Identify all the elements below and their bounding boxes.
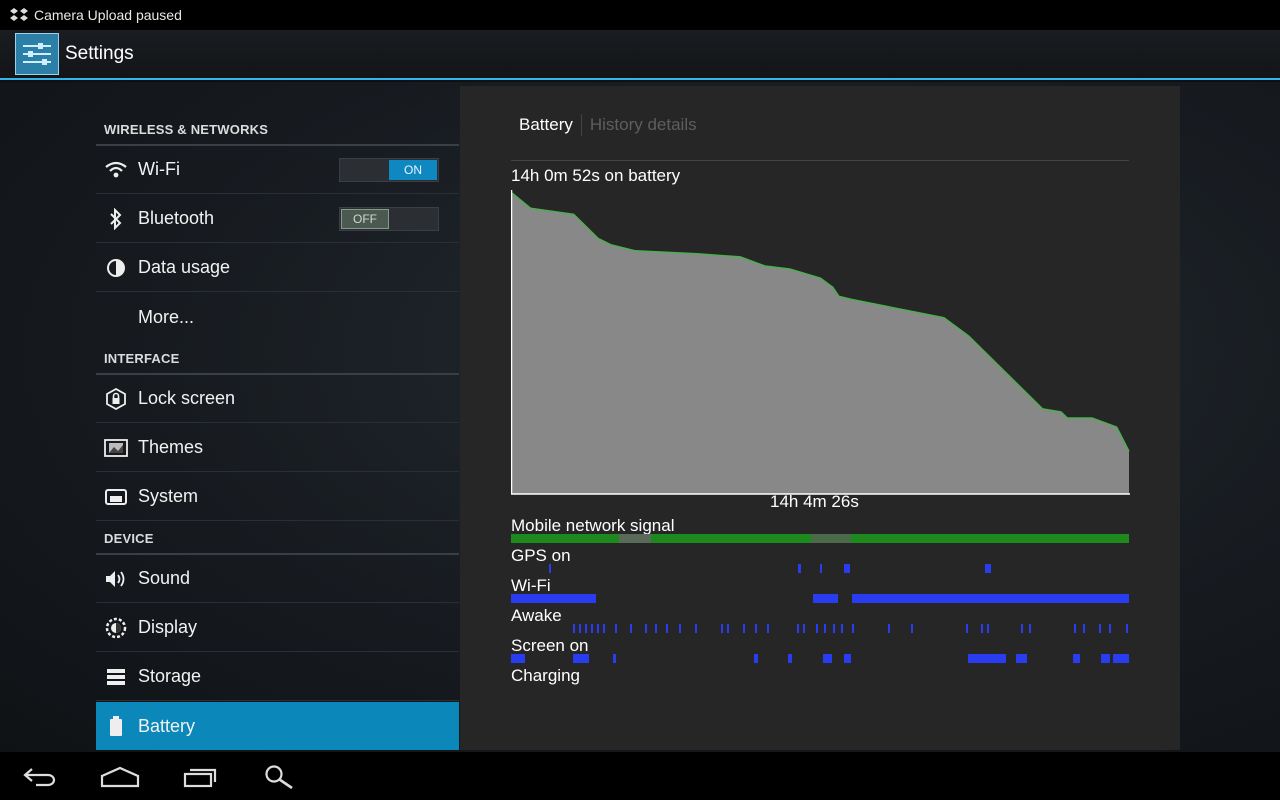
panel-tabs: Battery History details	[519, 114, 697, 136]
sidebar-item-label: Battery	[138, 715, 196, 736]
sidebar-item-label: Bluetooth	[138, 208, 215, 228]
battery-level-chart[interactable]	[511, 190, 1130, 495]
storage-icon	[104, 665, 128, 689]
dropbox-icon	[10, 6, 28, 24]
section-header-device: DEVICE	[104, 531, 154, 546]
status-bar: Camera Upload paused	[0, 0, 1280, 30]
on-battery-time: 14h 0m 52s on battery	[511, 166, 681, 185]
recent-apps-icon[interactable]	[180, 762, 220, 792]
track-label-wifi: Wi-Fi	[511, 576, 551, 595]
lock-icon	[104, 387, 128, 411]
sidebar-item-label: Data usage	[138, 257, 231, 277]
settings-sliders-icon[interactable]	[15, 33, 59, 75]
notification-text: Camera Upload paused	[34, 7, 182, 23]
data-usage-icon	[104, 256, 128, 280]
battery-area	[512, 193, 1129, 494]
home-icon[interactable]	[100, 762, 140, 792]
gps-track	[549, 564, 991, 573]
sidebar-item-data-usage[interactable]: Data usage	[96, 244, 459, 292]
sidebar-item-more[interactable]: More...	[96, 293, 459, 341]
toggle-state: ON	[389, 159, 437, 180]
brightness-icon	[104, 616, 128, 640]
bluetooth-toggle[interactable]: OFF	[339, 206, 439, 231]
themes-icon	[104, 436, 128, 460]
sidebar-item-themes[interactable]: Themes	[96, 424, 459, 472]
battery-icon	[104, 714, 128, 738]
chart-duration: 14h 4m 26s	[770, 492, 859, 511]
content-area: WIRELESS & NETWORKS Wi-Fi ON Bluetooth O…	[0, 82, 1280, 752]
wifi-toggle[interactable]: ON	[339, 157, 439, 182]
settings-list: WIRELESS & NETWORKS Wi-Fi ON Bluetooth O…	[96, 82, 459, 752]
sidebar-item-label: Lock screen	[138, 388, 236, 408]
sidebar-item-label: Wi-Fi	[138, 159, 180, 179]
battery-panel: Battery History details 14h 0m 52s on ba…	[460, 86, 1180, 750]
sidebar-item-system[interactable]: System	[96, 473, 459, 521]
mobile-signal-track	[511, 534, 1129, 543]
sidebar-item-label: System	[138, 486, 199, 506]
sidebar-item-bluetooth[interactable]: Bluetooth OFF	[96, 195, 459, 243]
sidebar-item-display[interactable]: Display	[96, 604, 459, 652]
section-header-wireless: WIRELESS & NETWORKS	[104, 122, 269, 137]
tab-history-details[interactable]: History details	[590, 115, 697, 135]
toggle-state: OFF	[341, 208, 389, 229]
navigation-bar	[0, 752, 1280, 800]
bluetooth-icon	[104, 207, 128, 231]
tab-battery[interactable]: Battery	[519, 115, 573, 135]
tabs-divider	[511, 160, 1129, 161]
speaker-icon	[104, 567, 128, 591]
sidebar-item-wifi[interactable]: Wi-Fi ON	[96, 146, 459, 194]
track-label-charging: Charging	[511, 666, 580, 685]
screen-on-track	[511, 654, 1129, 663]
sidebar-item-label: Storage	[138, 666, 202, 686]
sidebar-item-sound[interactable]: Sound	[96, 555, 459, 603]
sidebar-item-storage[interactable]: Storage	[96, 653, 459, 701]
sidebar-item-label: Themes	[138, 437, 204, 457]
sidebar-item-label: More...	[138, 306, 195, 327]
track-label-screen-on: Screen on	[511, 636, 589, 655]
sidebar-item-lock-screen[interactable]: Lock screen	[96, 375, 459, 423]
section-header-interface: INTERFACE	[104, 351, 180, 366]
action-bar: Settings	[0, 30, 1280, 80]
sidebar-item-battery[interactable]: Battery	[96, 702, 459, 750]
system-icon	[104, 485, 128, 509]
wifi-icon	[104, 158, 128, 182]
track-label-gps: GPS on	[511, 546, 571, 565]
page-title: Settings	[65, 43, 134, 64]
wifi-track	[511, 594, 1129, 603]
track-label-mobile-signal: Mobile network signal	[511, 516, 675, 535]
awake-track	[573, 624, 1128, 633]
track-label-awake: Awake	[511, 606, 562, 625]
sidebar-item-label: Sound	[138, 568, 191, 588]
back-icon[interactable]	[20, 762, 60, 792]
search-icon[interactable]	[260, 762, 300, 792]
sidebar-item-label: Display	[138, 617, 198, 637]
tab-separator	[580, 114, 582, 136]
